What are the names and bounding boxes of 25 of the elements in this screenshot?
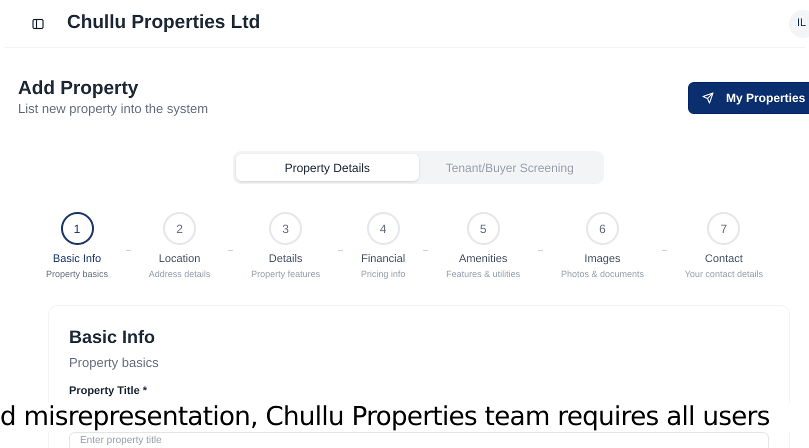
step-subtitle: Photos & documents (560, 268, 644, 280)
step-title: Location (158, 252, 200, 267)
step-title: Contact (704, 252, 743, 267)
card-subtitle: Property basics (69, 354, 160, 372)
step-subtitle: Address details (148, 268, 210, 280)
field-label: Property Title * (69, 384, 148, 398)
step-title: Details (268, 252, 302, 267)
step-subtitle: Property features (251, 268, 320, 281)
user-avatar[interactable]: IL (789, 10, 809, 38)
card-title: Basic Info (69, 326, 156, 349)
step-subtitle: Features & utilities (446, 268, 520, 280)
page-subtitle: List new property into the system (18, 100, 208, 118)
step-subtitle: Your contact details (684, 268, 763, 280)
step-title: Financial (361, 252, 406, 267)
sidebar-toggle-icon[interactable] (32, 18, 44, 30)
send-icon (702, 92, 714, 104)
step-title: Amenities (459, 252, 508, 267)
tab[interactable]: Property Details (236, 154, 418, 181)
step-subtitle: Pricing info (360, 268, 406, 281)
page-title: Add Property (18, 78, 140, 100)
step-title: Basic Info (52, 252, 102, 267)
my-properties-button[interactable]: My Properties (688, 82, 809, 114)
app-title: Chullu Properties Ltd (67, 11, 260, 36)
step-title: Images (584, 252, 620, 267)
step-subtitle: Property basics (46, 268, 108, 281)
